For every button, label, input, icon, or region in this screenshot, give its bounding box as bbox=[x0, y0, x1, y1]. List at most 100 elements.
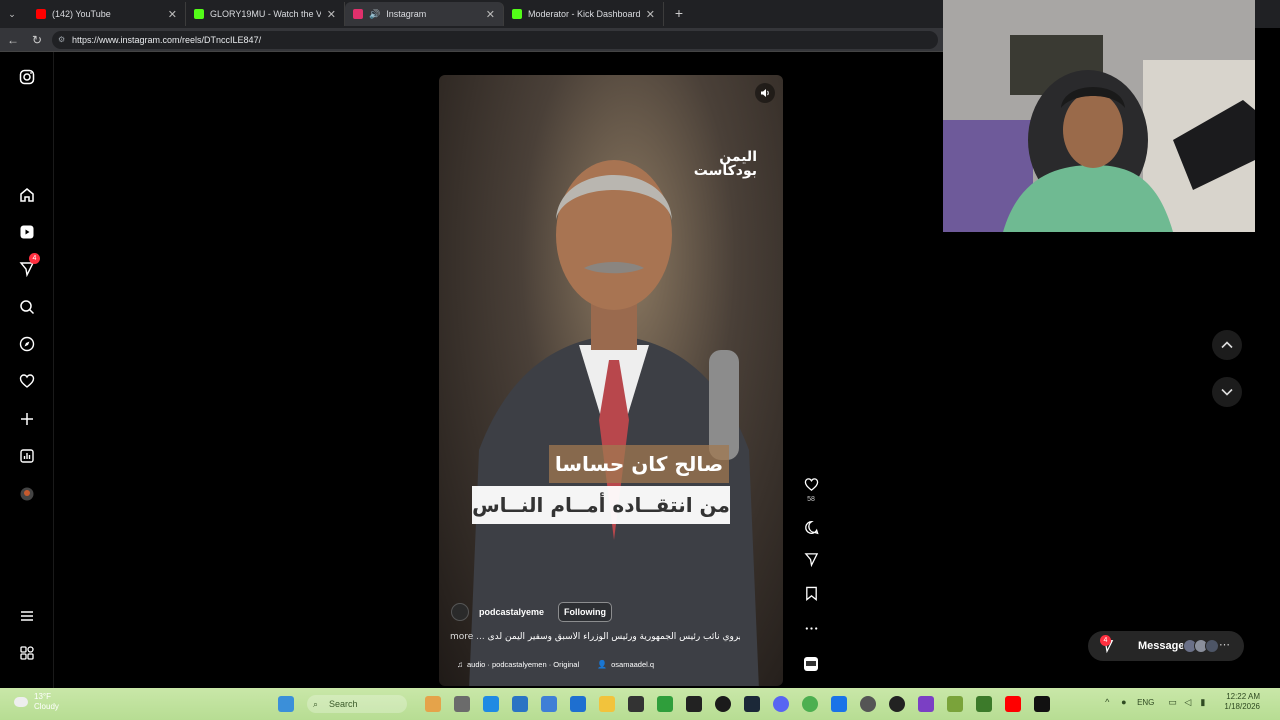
tab-youtube[interactable]: (142) YouTube ✕ bbox=[28, 2, 186, 26]
media-app-icon[interactable] bbox=[686, 696, 702, 712]
tab-close-icon[interactable]: ✕ bbox=[646, 8, 655, 21]
taskbar-apps: ⌕ Search bbox=[278, 695, 1063, 713]
author-avatar[interactable] bbox=[451, 603, 469, 621]
caption-text: يروي نائب رئيس الجمهورية ورئيس الوزراء ا… bbox=[487, 632, 740, 642]
next-reel-button[interactable] bbox=[1212, 377, 1242, 407]
battery-icon[interactable]: ▮ bbox=[1200, 697, 1210, 707]
more-dots-icon[interactable]: ⋯ bbox=[1219, 638, 1230, 651]
app-icon[interactable] bbox=[918, 696, 934, 712]
tray-overflow-chevron-icon[interactable]: ^ bbox=[1105, 697, 1115, 707]
reload-icon[interactable]: ↻ bbox=[29, 32, 45, 48]
volume-icon[interactable]: ◁ bbox=[1184, 697, 1194, 707]
create-icon[interactable] bbox=[17, 409, 37, 429]
like-heart-icon[interactable] bbox=[801, 474, 821, 494]
messages-badge: 4 bbox=[1100, 635, 1111, 646]
capcut-icon[interactable] bbox=[1034, 696, 1050, 712]
weather-widget[interactable]: 13°F Cloudy bbox=[14, 692, 59, 712]
url-text: https://www.instagram.com/reels/DTnccILE… bbox=[72, 35, 262, 45]
kick-favicon-icon bbox=[194, 9, 204, 19]
author-username[interactable]: podcastalyeme bbox=[479, 607, 544, 617]
tab-search-chevron-icon[interactable]: ⌄ bbox=[4, 6, 20, 22]
tab-kick-vod[interactable]: GLORY19MU - Watch the VOD on ✕ bbox=[186, 2, 345, 26]
monitor-app-icon[interactable] bbox=[512, 696, 528, 712]
dashboard-icon[interactable] bbox=[17, 446, 37, 466]
new-tab-button[interactable]: + bbox=[670, 4, 688, 22]
messages-icon[interactable]: 4 bbox=[17, 253, 40, 279]
microphone-icon[interactable]: ● bbox=[1121, 697, 1131, 707]
spreadsheet-icon[interactable] bbox=[657, 696, 673, 712]
reel-caption[interactable]: more ... يروي نائب رئيس الجمهورية ورئيس … bbox=[450, 632, 740, 642]
edge-browser-icon[interactable] bbox=[483, 696, 499, 712]
also-from-meta-icon[interactable] bbox=[17, 643, 37, 663]
speaker-icon: 🔊 bbox=[369, 8, 381, 19]
browser-toolbar: ← ↻ ⚙ https://www.instagram.com/reels/DT… bbox=[0, 28, 943, 52]
home-icon[interactable] bbox=[17, 185, 37, 205]
subtitle-line-2: من انتقــاده أمــام النــاس bbox=[472, 486, 730, 524]
network-icon[interactable]: ▭ bbox=[1168, 697, 1178, 707]
chrome-icon[interactable] bbox=[802, 696, 818, 712]
explore-icon[interactable] bbox=[17, 334, 37, 354]
tab-close-icon[interactable]: ✕ bbox=[486, 8, 495, 21]
following-button[interactable]: Following bbox=[558, 602, 613, 622]
more-link[interactable]: more ... bbox=[450, 632, 485, 642]
app-icon[interactable] bbox=[947, 696, 963, 712]
comment-icon[interactable] bbox=[801, 517, 821, 537]
more-options-icon[interactable] bbox=[801, 618, 821, 638]
app-icon[interactable] bbox=[860, 696, 876, 712]
subtitle-line-1: صالح كان حساسا bbox=[549, 445, 729, 483]
tab-title: GLORY19MU - Watch the VOD on bbox=[210, 9, 321, 19]
profile-avatar-icon[interactable] bbox=[17, 484, 37, 504]
clock-date: 1/18/2026 bbox=[1224, 702, 1260, 711]
system-tray: ^ ● ENG ▭ ◁ ▮ 12:22 AM 1/18/2026 bbox=[1105, 692, 1260, 712]
messages-button[interactable]: 4 Messages ⋯ bbox=[1088, 631, 1244, 661]
tagged-user[interactable]: 👤 osamaadel.q bbox=[597, 660, 654, 669]
chevron-down-icon bbox=[1221, 388, 1233, 396]
previous-reel-button[interactable] bbox=[1212, 330, 1242, 360]
back-arrow-icon[interactable]: ← bbox=[5, 32, 21, 48]
avatar bbox=[1205, 639, 1219, 653]
share-icon[interactable] bbox=[801, 549, 821, 569]
language-indicator[interactable]: ENG bbox=[1137, 698, 1154, 707]
volume-icon[interactable] bbox=[755, 83, 775, 103]
weather-temp: 13°F bbox=[34, 692, 51, 701]
instagram-logo-icon[interactable] bbox=[17, 67, 37, 87]
reel-author: podcastalyeme Following bbox=[451, 602, 613, 622]
audio-thumbnail-icon[interactable] bbox=[801, 654, 821, 674]
windows-start-icon[interactable] bbox=[278, 696, 294, 712]
file-explorer-icon[interactable] bbox=[599, 696, 615, 712]
app-icon[interactable] bbox=[570, 696, 586, 712]
site-info-icon[interactable]: ⚙ bbox=[58, 31, 65, 49]
tab-title: (142) YouTube bbox=[52, 9, 111, 19]
store-icon[interactable] bbox=[541, 696, 557, 712]
address-bar[interactable]: ⚙ https://www.instagram.com/reels/DTnccI… bbox=[52, 31, 938, 49]
notifications-icon[interactable] bbox=[17, 371, 37, 391]
tagged-username: osamaadel.q bbox=[611, 660, 655, 669]
windows-taskbar: 13°F Cloudy ⌕ Search ^ ● ENG ▭ ◁ ▮ 12:22… bbox=[0, 688, 1280, 720]
obs-icon[interactable] bbox=[715, 696, 731, 712]
app-icon[interactable] bbox=[831, 696, 847, 712]
channel-watermark: اليمن بودكاست bbox=[694, 150, 757, 178]
like-count: 58 bbox=[807, 496, 815, 503]
search-icon[interactable] bbox=[17, 297, 37, 317]
youtube-icon[interactable] bbox=[1005, 696, 1021, 712]
reels-icon[interactable] bbox=[17, 222, 37, 242]
taskbar-search[interactable]: ⌕ Search bbox=[307, 695, 407, 713]
audio-link[interactable]: ♫ audio · podcastalyemen · Original bbox=[457, 660, 579, 669]
tab-close-icon[interactable]: ✕ bbox=[168, 8, 177, 21]
system-clock[interactable]: 12:22 AM 1/18/2026 bbox=[1224, 692, 1260, 712]
widgets-icon[interactable] bbox=[425, 696, 441, 712]
task-view-icon[interactable] bbox=[454, 696, 470, 712]
discord-icon[interactable] bbox=[773, 696, 789, 712]
obs-studio-icon[interactable] bbox=[889, 696, 905, 712]
app-icon[interactable] bbox=[976, 696, 992, 712]
search-label: Search bbox=[329, 699, 358, 709]
terminal-icon[interactable] bbox=[628, 696, 644, 712]
tab-kick-dashboard[interactable]: Moderator - Kick Dashboard ✕ bbox=[504, 2, 664, 26]
steam-icon[interactable] bbox=[744, 696, 760, 712]
save-bookmark-icon[interactable] bbox=[801, 583, 821, 603]
tab-close-icon[interactable]: ✕ bbox=[327, 8, 336, 21]
reel-video[interactable]: اليمن بودكاست صالح كان حساسا من انتقــاد… bbox=[439, 75, 783, 686]
tab-instagram[interactable]: 🔊 Instagram ✕ bbox=[345, 2, 504, 26]
messages-badge: 4 bbox=[29, 253, 40, 264]
more-menu-icon[interactable] bbox=[17, 606, 37, 626]
